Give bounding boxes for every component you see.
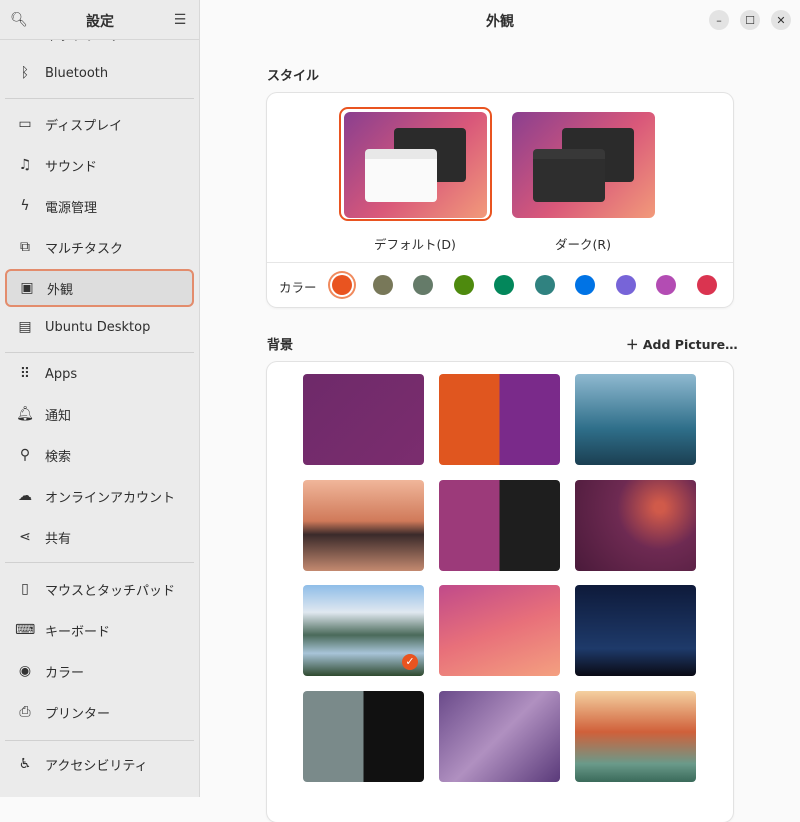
- divider: [5, 740, 194, 741]
- wallpaper-pink-tiger[interactable]: [439, 585, 560, 677]
- sidebar-item-label: オンラインアカウント: [45, 490, 176, 506]
- checkmark-icon: ✓: [402, 654, 418, 671]
- sidebar-item[interactable]: ▯ マウスとタッチパッド: [5, 570, 194, 608]
- wallpaper-purple-bull[interactable]: [303, 374, 424, 465]
- display-icon: ▭: [18, 116, 32, 132]
- sidebar-item-label: Ubuntu Desktop: [45, 319, 151, 335]
- music-note-icon: ♫: [18, 157, 32, 173]
- accent-color-swatch[interactable]: [453, 275, 474, 295]
- hamburger-menu-icon[interactable]: ☰: [170, 10, 190, 30]
- accent-color-swatch[interactable]: [696, 275, 717, 295]
- sidebar-item[interactable]: ᛒ Bluetooth: [5, 54, 194, 92]
- sidebar-item[interactable]: 🔔︎ 通知: [5, 395, 194, 433]
- sidebar-item-label: ディスプレイ: [45, 118, 123, 134]
- sidebar-header: 🔍︎ 設定 ☰: [0, 0, 199, 40]
- sidebar-item[interactable]: ▤ Ubuntu Desktop: [5, 308, 194, 346]
- wallpaper-mountain-lake[interactable]: ✓: [303, 585, 424, 677]
- background-section-title: 背景: [267, 338, 294, 353]
- accent-color-swatch[interactable]: [413, 275, 433, 295]
- sidebar-item[interactable]: ⎙ プリンター: [5, 693, 194, 731]
- sidebar-item-label: Bluetooth: [45, 65, 109, 81]
- accessibility-icon: ♿︎: [18, 756, 32, 772]
- sidebar-item[interactable]: ♫ サウンド: [5, 146, 194, 184]
- sidebar-item-label: アクセシビリティ: [45, 758, 148, 774]
- divider: [5, 352, 194, 353]
- color-icon: ◉: [18, 663, 32, 679]
- sidebar-item-label: マウスとタッチパッド: [45, 583, 176, 599]
- sidebar-item[interactable]: ♿︎ アクセシビリティ: [5, 745, 194, 783]
- printer-icon: ⎙: [19, 704, 31, 720]
- power-icon: ϟ: [20, 198, 30, 214]
- wallpaper-purple-beast[interactable]: [439, 691, 560, 783]
- sidebar-item-label: Apps: [45, 366, 78, 382]
- ubuntu-desktop-icon: ▤: [18, 319, 32, 335]
- bluetooth-icon: ᛒ: [20, 65, 30, 81]
- sidebar-item[interactable]: ⚲ 検索: [5, 436, 194, 474]
- share-icon: ⋖: [19, 529, 31, 545]
- sidebar-item-label: 電源管理: [45, 200, 98, 216]
- search-icon: ⚲: [19, 447, 31, 463]
- sidebar-item[interactable]: ⌨ キーボード: [5, 611, 194, 649]
- wallpaper-purple-dark-split[interactable]: [439, 479, 560, 571]
- sidebar-item[interactable]: ϟ 電源管理: [5, 187, 194, 225]
- accent-color-swatch[interactable]: [615, 275, 636, 295]
- accent-color-swatch[interactable]: [534, 275, 555, 295]
- wallpaper-desert-canyon[interactable]: [575, 691, 696, 783]
- sidebar: 🔍︎ 設定 ☰ ◌ネットワークᛒBluetooth▭ディスプレイ♫サウンドϟ電源…: [0, 0, 200, 797]
- wallpaper-milky-way[interactable]: [575, 585, 696, 677]
- theme-dark-preview[interactable]: [512, 112, 655, 218]
- accent-color-swatch[interactable]: [332, 275, 352, 295]
- color-label: カラー: [279, 280, 317, 295]
- add-picture-button[interactable]: ＋ Add Picture…: [626, 334, 738, 353]
- theme-dark-label: ダーク(R): [555, 237, 611, 252]
- sidebar-item-label: 外観: [47, 282, 74, 298]
- accent-color-swatch[interactable]: [575, 275, 595, 295]
- sidebar-item-label: 通知: [45, 408, 72, 424]
- plus-icon: ＋: [626, 337, 643, 352]
- sidebar-item-label: マルチタスク: [45, 241, 124, 257]
- accent-color-swatch[interactable]: [372, 275, 393, 295]
- wallpaper-lake-reflection[interactable]: [575, 374, 696, 465]
- divider: [5, 562, 194, 563]
- theme-default-preview[interactable]: [344, 112, 487, 218]
- sidebar-item-label: キーボード: [45, 624, 111, 640]
- sidebar-item[interactable]: ☁ オンラインアカウント: [5, 477, 194, 515]
- sidebar-item[interactable]: ◉ カラー: [5, 652, 194, 690]
- maximize-button[interactable]: ☐: [740, 10, 760, 30]
- close-button[interactable]: ✕: [771, 10, 791, 30]
- bell-icon: 🔔︎: [16, 406, 34, 422]
- sidebar-item[interactable]: ⧉ マルチタスク: [5, 228, 194, 266]
- sidebar-item[interactable]: ⠿ Apps: [5, 355, 194, 393]
- minimize-button[interactable]: –: [709, 10, 729, 30]
- sidebar-item-label: 共有: [45, 531, 72, 547]
- divider: [5, 98, 194, 99]
- theme-default-label: デフォルト(D): [374, 237, 456, 252]
- sidebar-item[interactable]: ▣ 外観: [5, 269, 194, 307]
- multitasking-icon: ⧉: [20, 239, 30, 255]
- style-section-title: スタイル: [267, 69, 320, 84]
- sidebar-item-label: カラー: [45, 665, 85, 681]
- sidebar-item[interactable]: ▭ ディスプレイ: [5, 105, 194, 143]
- cloud-icon: ☁: [18, 488, 32, 504]
- wallpaper-dark-orbit[interactable]: [575, 479, 696, 571]
- apps-grid-icon: ⠿: [19, 366, 31, 382]
- sidebar-item-label: サウンド: [45, 159, 98, 175]
- wallpaper-orange-purple-bull[interactable]: [439, 374, 560, 465]
- sidebar-item-label: プリンター: [45, 706, 111, 722]
- accent-color-swatch[interactable]: [656, 275, 676, 295]
- appearance-icon: ▣: [20, 280, 34, 296]
- sidebar-item[interactable]: ⋖ 共有: [5, 518, 194, 556]
- accent-color-swatch[interactable]: [494, 275, 514, 295]
- wallpaper-minotaur[interactable]: [303, 691, 424, 783]
- wallpaper-mount-fuji[interactable]: [303, 479, 424, 571]
- mouse-icon: ▯: [21, 581, 29, 597]
- keyboard-icon: ⌨: [15, 622, 36, 638]
- sidebar-item-label: 検索: [45, 449, 72, 465]
